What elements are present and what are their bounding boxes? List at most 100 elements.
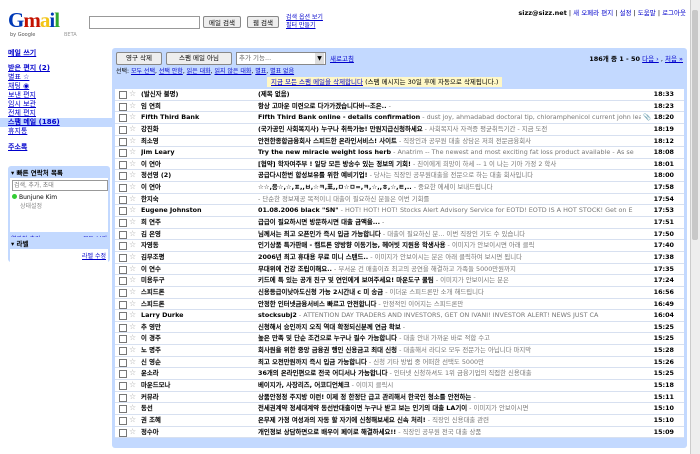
quick-contacts-title[interactable]: ▾ 빠른 연락처 목록 bbox=[8, 166, 110, 178]
row-checkbox[interactable] bbox=[119, 370, 127, 379]
sidebar-item-sent[interactable]: 보낸 편지 bbox=[8, 91, 110, 100]
first-page-link[interactable]: 처음 » bbox=[665, 55, 683, 63]
message-row[interactable]: ☆ 한지숙 - 단순한 정보제공 목적이니 대출이 필요하신 분들은 이번 기회를… bbox=[115, 193, 684, 206]
select-none-link[interactable]: 선택 안함 bbox=[159, 68, 183, 75]
search-options-link[interactable]: 검색 옵션 보기 bbox=[286, 14, 323, 22]
message-row[interactable]: ☆ 정선영 (2) 공급다시한번 합성보유를 위한 예비기업! - 당사는 직장인 … bbox=[115, 170, 684, 183]
contact-entry[interactable]: Bunjune Kim bbox=[12, 194, 106, 201]
row-checkbox[interactable] bbox=[119, 114, 127, 123]
star-icon[interactable]: ☆ bbox=[129, 264, 136, 274]
row-checkbox[interactable] bbox=[119, 312, 127, 321]
message-row[interactable]: ☆ 노 명주 회사원을 위한 중앙 금융권 행인 신용금고 최대 신청 - 대출해서… bbox=[115, 345, 684, 357]
star-icon[interactable]: ☆ bbox=[129, 194, 136, 204]
select-starred-link[interactable]: 별표 bbox=[255, 68, 266, 75]
star-icon[interactable]: ☆ bbox=[129, 170, 136, 180]
message-row[interactable]: ☆ (발신자 불명) (제목 없음) 18:33 bbox=[115, 89, 684, 101]
star-icon[interactable]: ☆ bbox=[129, 136, 136, 146]
message-row[interactable]: ☆ Eugene Johnston 01.08.2006 black "SN" - … bbox=[115, 205, 684, 218]
star-icon[interactable]: ☆ bbox=[129, 345, 136, 355]
message-row[interactable]: ☆ 김무조평 2006년 최고 휴대용 무료 미니 스탠드.. - 이미지가 안보이… bbox=[115, 251, 684, 264]
row-checkbox[interactable] bbox=[119, 149, 127, 158]
select-unread-link[interactable]: 읽지 않은 대화 bbox=[214, 68, 251, 75]
message-row[interactable]: ☆ 이 경주 높은 만족 및 단순 조건으로 누구나 필수 가능합니다 - 대출 안… bbox=[115, 333, 684, 346]
message-row[interactable]: ☆ 미용두구 키드에 특 있는 공개 친구 및 연인에게 보여주세요! 마운도구 쿨… bbox=[115, 275, 684, 287]
row-checkbox[interactable] bbox=[119, 416, 127, 425]
row-checkbox[interactable] bbox=[119, 300, 127, 309]
star-icon[interactable]: ☆ bbox=[129, 333, 136, 343]
row-checkbox[interactable] bbox=[119, 195, 127, 204]
message-row[interactable]: ☆ 희 연주 급급이 필요하시면 방문하시면 대출 금액을... - 17:51 bbox=[115, 217, 684, 229]
row-checkbox[interactable] bbox=[119, 358, 127, 367]
message-row[interactable]: ☆ 자영동 인기상품 특가판매 - 캠트론 양방향 이동기능, 헤어빗 지원용 학생… bbox=[115, 240, 684, 252]
row-checkbox[interactable] bbox=[119, 382, 127, 391]
delete-all-spam-link[interactable]: 지금 모든 스팸 메일을 삭제합니다 bbox=[271, 78, 363, 86]
row-checkbox[interactable] bbox=[119, 405, 127, 414]
message-row[interactable]: ☆ 스피드론 안정한 인터넷금융서비스 빠르고 안전합니다 - 안정적인 이어지는 … bbox=[115, 298, 684, 311]
star-icon[interactable]: ☆ bbox=[129, 89, 136, 99]
new-mail-link[interactable]: 새 오페라 편지 bbox=[573, 9, 613, 17]
row-checkbox[interactable] bbox=[119, 265, 127, 274]
message-row[interactable]: ☆ Jim Leary Try the new miracle weight los… bbox=[115, 147, 684, 159]
star-icon[interactable]: ☆ bbox=[129, 368, 136, 378]
message-row[interactable]: ☆ 임 연희 항상 고마운 미련으로 다가가겠습니다바--조은.. - 18:23 bbox=[115, 100, 684, 113]
star-icon[interactable]: ☆ bbox=[129, 240, 136, 250]
compose-link[interactable]: 메일 쓰기 bbox=[8, 48, 110, 58]
message-row[interactable]: ☆ Larry Durke stocksubj2 - ATTENTION DAY T… bbox=[115, 310, 684, 322]
star-icon[interactable]: ☆ bbox=[129, 182, 136, 192]
star-icon[interactable]: ☆ bbox=[129, 427, 136, 437]
star-icon[interactable]: ☆ bbox=[129, 392, 136, 402]
message-row[interactable]: ☆ 추 영만 신청해서 승인까지 오직 역대 확정되신분께 연금 확보 - 15:2… bbox=[115, 321, 684, 334]
star-icon[interactable]: ☆ bbox=[129, 124, 136, 134]
star-icon[interactable]: ☆ bbox=[129, 217, 136, 227]
message-row[interactable]: ☆ 동선 전세권계약 정세대계약 동선반대출이면 누구나 받고 보는 인기의 대출 … bbox=[115, 403, 684, 415]
row-checkbox[interactable] bbox=[119, 323, 127, 332]
row-checkbox[interactable] bbox=[119, 219, 127, 228]
star-icon[interactable]: ☆ bbox=[129, 287, 136, 297]
row-checkbox[interactable] bbox=[119, 277, 127, 286]
set-status-link[interactable]: 상태설정 bbox=[20, 201, 106, 210]
contacts-search-input[interactable] bbox=[12, 180, 108, 191]
star-icon[interactable]: ☆ bbox=[129, 403, 136, 413]
message-row[interactable]: ☆ 이 연아 [협약] 학자여주부 ! 일당 모든 방송수 있는 정보의 기회! -… bbox=[115, 158, 684, 171]
row-checkbox[interactable] bbox=[119, 288, 127, 297]
edit-labels-link[interactable]: 라벨 수정 bbox=[82, 253, 106, 260]
not-spam-button[interactable]: 스팸 메일 아님 bbox=[166, 52, 232, 65]
star-icon[interactable]: ☆ bbox=[129, 299, 136, 309]
settings-link[interactable]: 설정 bbox=[620, 9, 632, 17]
select-read-link[interactable]: 읽은 대화 bbox=[187, 68, 211, 75]
row-checkbox[interactable] bbox=[119, 160, 127, 169]
row-checkbox[interactable] bbox=[119, 347, 127, 356]
message-row[interactable]: ☆ 커뮤라 상품안정정 주지방 이런! 이제 정 한정단 급고 관리해서 한국인 청… bbox=[115, 391, 684, 404]
sidebar-item-trash[interactable]: 휴지통 bbox=[8, 127, 110, 136]
row-checkbox[interactable] bbox=[119, 137, 127, 146]
star-icon[interactable]: ☆ bbox=[129, 322, 136, 332]
row-checkbox[interactable] bbox=[119, 393, 127, 402]
sidebar-item-spam[interactable]: 스팸 메일 (186) bbox=[0, 118, 123, 127]
message-row[interactable]: ☆ 이 연수 무대위에 건강 조립이해요.. - 무서운 건 매출이죠 최고의 공연… bbox=[115, 263, 684, 276]
contacts-link[interactable]: 주소록 bbox=[8, 142, 110, 152]
message-row[interactable]: ☆ 이 연아 ☆☆,응☆,☆,ㅍ,,ㅂ,☆ㅋ,표,,ㅁ☆ㅁ=,ㅋ,☆,,ㅎ,☆,ㅌ,… bbox=[115, 182, 684, 194]
select-unstarred-link[interactable]: 별표 없음 bbox=[270, 68, 294, 75]
refresh-link[interactable]: 새로고침 bbox=[330, 53, 354, 63]
message-row[interactable]: ☆ 신 영순 최고 오천만원까지 즉시 입금 가능합니다 - 신청 기타 방법 중 … bbox=[115, 356, 684, 369]
sidebar-item-chats[interactable]: 채팅 ◉ bbox=[8, 82, 110, 91]
row-checkbox[interactable] bbox=[119, 242, 127, 251]
message-row[interactable]: ☆ 마운드모나 베이지가, 사장리즈, 어코디언체크 - 이미지 클릭시 15:18 bbox=[115, 380, 684, 392]
row-checkbox[interactable] bbox=[119, 102, 127, 111]
message-row[interactable]: ☆ 윤소라 36개의 온라인편으로 전국 어디서나 가능합니다 - 인터넷 신청하셔… bbox=[115, 368, 684, 381]
star-icon[interactable]: ☆ bbox=[129, 275, 136, 285]
row-checkbox[interactable] bbox=[119, 335, 127, 344]
message-row[interactable]: ☆ 권 조혜 온무제 가정 여성과의 자동 할 자기에 신청해보세요 신속 처리! … bbox=[115, 414, 684, 427]
logout-link[interactable]: 로그아웃 bbox=[662, 9, 686, 17]
search-web-button[interactable]: 웹 검색 bbox=[247, 16, 279, 28]
sidebar-item-starred[interactable]: 별표 ☆ bbox=[8, 73, 110, 82]
row-checkbox[interactable] bbox=[119, 91, 127, 99]
next-page-link[interactable]: 다음 › bbox=[642, 55, 659, 63]
delete-forever-button[interactable]: 영구 삭제 bbox=[116, 52, 162, 65]
more-actions-select[interactable]: 추가 기능... ▼ bbox=[236, 52, 326, 65]
star-icon[interactable]: ☆ bbox=[129, 357, 136, 367]
row-checkbox[interactable] bbox=[119, 207, 127, 216]
row-checkbox[interactable] bbox=[119, 125, 127, 134]
scrollbar[interactable] bbox=[690, 0, 700, 454]
search-input[interactable] bbox=[89, 16, 200, 29]
